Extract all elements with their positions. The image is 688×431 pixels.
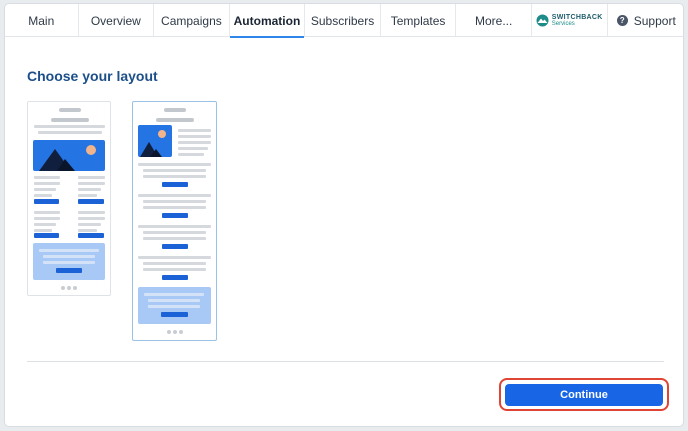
placeholder-line [43,261,95,264]
mountain-logo-icon [536,14,549,27]
placeholder-line [78,194,97,197]
placeholder-line [143,237,206,240]
placeholder-button [162,244,188,249]
hero-image [138,125,172,157]
placeholder-line [34,182,60,185]
placeholder-line [78,182,105,185]
placeholder-line [34,211,60,214]
placeholder-line [78,176,105,179]
placeholder-line [178,135,211,138]
brand-logo[interactable]: SWITCHBACK Services [532,4,608,37]
page-dot [173,330,177,334]
placeholder-line [34,229,52,232]
placeholder-line [34,217,60,220]
page-title: Choose your layout [27,68,158,84]
support-label: Support [633,13,676,28]
help-icon: ? [616,15,628,26]
footer-block [138,287,211,324]
placeholder-line [178,153,204,156]
placeholder-line [78,211,105,214]
divider [27,361,664,362]
placeholder-line [143,200,206,203]
landscape-image-icon [39,145,96,171]
page-dot [167,330,171,334]
layout-option-two-column[interactable] [27,101,111,296]
page-dot [73,286,77,290]
placeholder-line [138,163,211,166]
placeholder-line [164,108,186,112]
logo-line2: Services [551,21,575,27]
tab-label: Templates [390,13,446,28]
tab-overview[interactable]: Overview [79,4,155,37]
placeholder-line [78,223,101,226]
placeholder-line [59,108,81,112]
page-dot [179,330,183,334]
placeholder-line [51,118,89,122]
placeholder-button [56,268,82,273]
placeholder-line [143,268,206,271]
placeholder-line [34,188,56,191]
tab-label: Main [28,13,55,28]
placeholder-line [178,147,208,150]
placeholder-button [78,199,104,204]
tab-label: Overview [90,13,141,28]
placeholder-line [148,299,200,302]
tab-automation[interactable]: Automation [229,4,306,38]
tab-subscribers[interactable]: Subscribers [305,4,381,37]
tab-label: Subscribers [310,13,375,28]
placeholder-line [78,188,101,191]
tab-more[interactable]: More... [456,4,532,37]
footer-block [33,243,105,280]
placeholder-line [178,141,211,144]
placeholder-line [143,175,206,178]
tab-label: More... [474,13,513,28]
placeholder-line [34,176,60,179]
placeholder-line [156,118,194,122]
placeholder-line [143,262,206,265]
placeholder-button [162,213,188,218]
support-link[interactable]: ? Support [608,4,684,37]
placeholder-button [161,312,188,317]
continue-button[interactable]: Continue [505,384,663,406]
landscape-image-icon [140,130,166,157]
placeholder-line [178,129,211,132]
top-nav: Main Overview Campaigns Automation Subsc… [5,4,684,38]
tab-label: Automation [233,13,301,28]
placeholder-line [34,194,52,197]
placeholder-button [34,199,59,204]
app-window: Main Overview Campaigns Automation Subsc… [4,3,684,427]
logo-line1: SWITCHBACK [551,14,603,21]
tab-main[interactable]: Main [5,4,79,37]
layout-option-single-column[interactable] [132,101,217,341]
placeholder-line [43,255,95,258]
placeholder-line [78,229,97,232]
placeholder-line [144,293,204,296]
placeholder-line [143,231,206,234]
placeholder-button [162,275,188,280]
placeholder-line [138,256,211,259]
placeholder-button [162,182,188,187]
placeholder-line [138,194,211,197]
placeholder-line [38,131,102,134]
hero-image [33,140,105,171]
page-dot [61,286,65,290]
placeholder-line [78,217,105,220]
placeholder-line [39,249,99,252]
placeholder-line [34,223,56,226]
placeholder-button [78,233,104,238]
logo: SWITCHBACK Services [536,14,603,27]
placeholder-line [34,125,105,128]
tab-templates[interactable]: Templates [381,4,457,37]
tab-label: Campaigns [161,13,222,28]
page-dot [67,286,71,290]
placeholder-line [143,206,206,209]
placeholder-line [138,225,211,228]
tab-campaigns[interactable]: Campaigns [154,4,230,37]
placeholder-line [143,169,206,172]
placeholder-button [34,233,59,238]
placeholder-line [148,305,200,308]
